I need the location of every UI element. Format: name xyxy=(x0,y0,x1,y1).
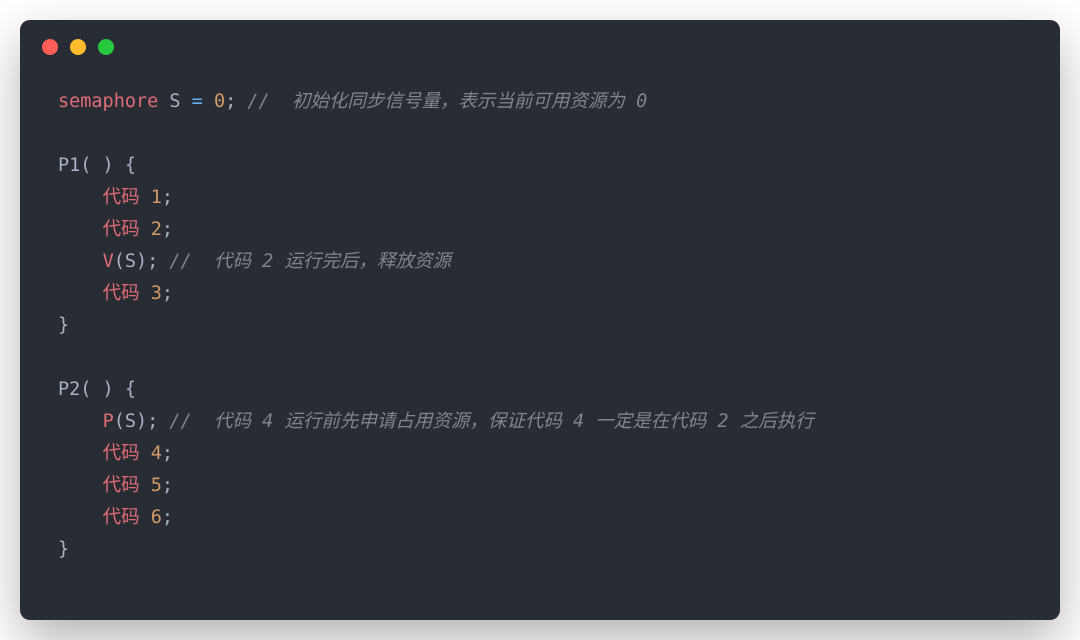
semicolon: ; xyxy=(162,443,173,464)
comment-release: // 代码 2 运行完后，释放资源 xyxy=(169,251,450,272)
code-num: 6 xyxy=(151,507,162,528)
code-label: 代码 xyxy=(103,219,140,240)
func-p1: P1 xyxy=(58,155,80,176)
code-num: 5 xyxy=(151,475,162,496)
code-label: 代码 xyxy=(103,443,140,464)
comment-acquire: // 代码 4 运行前先申请占用资源，保证代码 4 一定是在代码 2 之后执行 xyxy=(169,411,813,432)
semicolon: ; xyxy=(162,219,173,240)
maximize-icon[interactable] xyxy=(98,39,114,55)
arg-s: (S) xyxy=(114,411,147,432)
identifier-s: S xyxy=(169,91,180,112)
operator-assign: = xyxy=(192,91,203,112)
brace-open: { xyxy=(125,155,136,176)
code-window: semaphore S = 0; // 初始化同步信号量，表示当前可用资源为 0… xyxy=(20,20,1060,620)
arg-s: (S) xyxy=(114,251,147,272)
brace-close: } xyxy=(58,539,69,560)
brace-open: { xyxy=(125,379,136,400)
semicolon: ; xyxy=(147,411,158,432)
paren: ( ) xyxy=(80,155,113,176)
code-num: 4 xyxy=(151,443,162,464)
semicolon: ; xyxy=(147,251,158,272)
code-label: 代码 xyxy=(103,507,140,528)
semicolon: ; xyxy=(225,91,236,112)
call-p: P xyxy=(103,411,114,432)
code-label: 代码 xyxy=(103,283,140,304)
semicolon: ; xyxy=(162,475,173,496)
brace-close: } xyxy=(58,315,69,336)
code-block: semaphore S = 0; // 初始化同步信号量，表示当前可用资源为 0… xyxy=(20,74,1060,586)
call-v: V xyxy=(103,251,114,272)
semicolon: ; xyxy=(162,507,173,528)
func-p2: P2 xyxy=(58,379,80,400)
paren: ( ) xyxy=(80,379,113,400)
semicolon: ; xyxy=(162,283,173,304)
code-label: 代码 xyxy=(103,475,140,496)
minimize-icon[interactable] xyxy=(70,39,86,55)
code-num: 2 xyxy=(151,219,162,240)
semicolon: ; xyxy=(162,187,173,208)
code-num: 3 xyxy=(151,283,162,304)
code-num: 1 xyxy=(151,187,162,208)
window-titlebar xyxy=(20,20,1060,74)
comment-init: // 初始化同步信号量，表示当前可用资源为 0 xyxy=(247,91,647,112)
close-icon[interactable] xyxy=(42,39,58,55)
literal-zero: 0 xyxy=(214,91,225,112)
code-label: 代码 xyxy=(103,187,140,208)
keyword-semaphore: semaphore xyxy=(58,91,158,112)
